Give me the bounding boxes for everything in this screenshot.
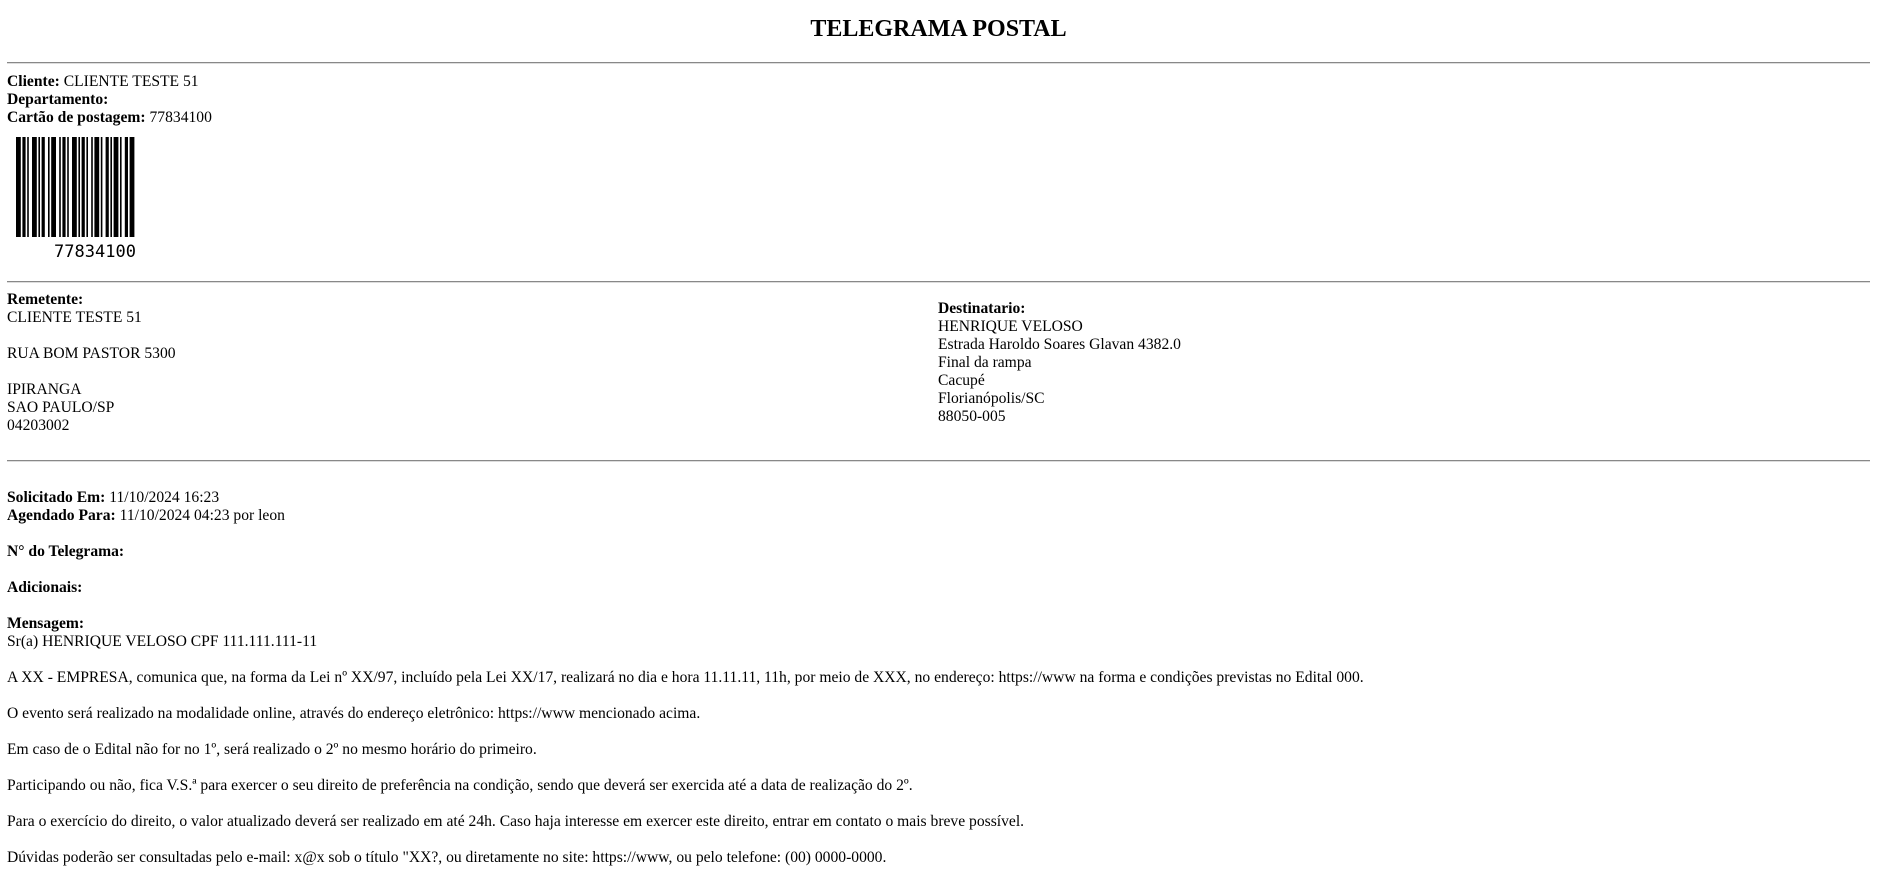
divider (7, 281, 1870, 283)
message-paragraph: A XX - EMPRESA, comunica que, na forma d… (7, 669, 1364, 686)
barcode-number: 77834100 (54, 242, 136, 262)
destinatario-label: Destinatario: (938, 300, 1026, 317)
barcode-bar (113, 137, 119, 237)
remetente-street: RUA BOM PASTOR 5300 (7, 345, 176, 362)
barcode-bar (51, 137, 56, 237)
cartao-value: 77834100 (149, 109, 212, 126)
barcode-bar (120, 137, 122, 237)
message-paragraph: Para o exercício do direito, o valor atu… (7, 813, 1025, 830)
agendado-label: Agendado Para: (7, 507, 116, 524)
barcode-bar (105, 137, 109, 237)
barcode-bar (81, 137, 85, 237)
cliente-row: Cliente: CLIENTE TESTE 51 (7, 73, 212, 91)
remetente-block: Remetente: CLIENTE TESTE 51 RUA BOM PAST… (7, 291, 176, 435)
agendado-value: 11/10/2024 04:23 por leon (119, 507, 285, 524)
destinatario-district: Cacupé (938, 372, 985, 389)
barcode-bar (59, 137, 61, 237)
barcode-bar (124, 137, 128, 237)
barcode-bar (91, 137, 93, 237)
divider (7, 460, 1870, 462)
message-paragraph: Participando ou não, fica V.S.ª para exe… (7, 777, 913, 794)
destinatario-city: Florianópolis/SC (938, 390, 1045, 407)
solicitado-row: Solicitado Em: 11/10/2024 16:23 (7, 489, 1364, 507)
barcode-bar (27, 137, 29, 237)
remetente-name: CLIENTE TESTE 51 (7, 309, 142, 326)
barcode-bar (22, 137, 26, 237)
destinatario-street: Estrada Haroldo Soares Glavan 4382.0 (938, 336, 1181, 353)
solicitado-label: Solicitado Em: (7, 489, 106, 506)
destinatario-complement: Final da rampa (938, 354, 1032, 371)
barcode-bar (100, 137, 103, 237)
barcode-bar (110, 137, 112, 237)
cartao-row: Cartão de postagem: 77834100 (7, 109, 212, 127)
destinatario-name: HENRIQUE VELOSO (938, 318, 1083, 335)
barcode-bar (41, 137, 45, 237)
agendado-row: Agendado Para: 11/10/2024 04:23 por leon (7, 507, 1364, 525)
page-title: TELEGRAMA POSTAL (810, 16, 1067, 42)
mensagem-label: Mensagem: (7, 615, 85, 632)
adicionais-label: Adicionais: (7, 579, 83, 596)
destinatario-block: Destinatario: HENRIQUE VELOSO Estrada Ha… (938, 300, 1181, 426)
barcode-bar (38, 137, 40, 237)
barcode-bar (94, 137, 100, 237)
message-paragraph: Em caso de o Edital não for no 1º, será … (7, 741, 537, 758)
departamento-label: Departamento: (7, 91, 109, 108)
divider (7, 62, 1870, 64)
cliente-value: CLIENTE TESTE 51 (63, 73, 199, 90)
cliente-label: Cliente: (7, 73, 60, 90)
barcode-bar (67, 137, 69, 237)
barcode-bar (86, 137, 88, 237)
barcode-bar (78, 137, 80, 237)
barcode-bar (16, 137, 21, 237)
destinatario-zip: 88050-005 (938, 408, 1006, 425)
message-paragraph: O evento será realizado na modalidade on… (7, 705, 701, 722)
remetente-zip: 04203002 (7, 417, 70, 434)
remetente-city: SAO PAULO/SP (7, 399, 115, 416)
barcode-bar (62, 137, 66, 237)
remetente-district: IPIRANGA (7, 381, 82, 398)
remetente-label: Remetente: (7, 291, 84, 308)
cartao-label: Cartão de postagem: (7, 109, 146, 126)
barcode-bar (48, 137, 50, 237)
message-greeting: Sr(a) HENRIQUE VELOSO CPF 111.111.111-11 (7, 633, 318, 650)
client-info: Cliente: CLIENTE TESTE 51 Departamento: … (7, 73, 212, 127)
barcode-image (16, 137, 135, 237)
barcode-bar (129, 137, 135, 237)
details-block: Solicitado Em: 11/10/2024 16:23 Agendado… (7, 489, 1364, 867)
barcode-bar (32, 137, 37, 237)
departamento-row: Departamento: (7, 91, 212, 109)
barcode-bar (72, 137, 77, 237)
numero-telegrama-label: N° do Telegrama: (7, 543, 125, 560)
solicitado-value: 11/10/2024 16:23 (109, 489, 220, 506)
message-paragraph: Dúvidas poderão ser consultadas pelo e-m… (7, 849, 887, 866)
